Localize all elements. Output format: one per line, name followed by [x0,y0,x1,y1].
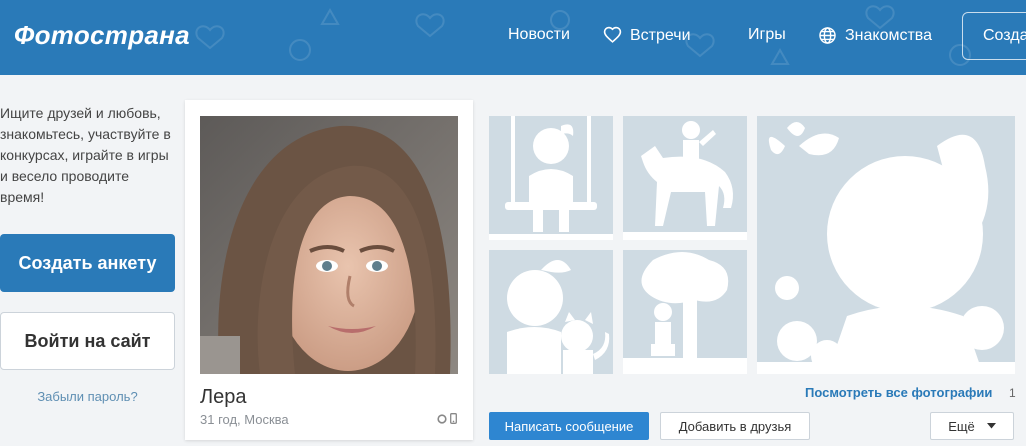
add-friend-button[interactable]: Добавить в друзья [660,412,810,440]
mobile-icon [450,413,457,424]
photos-count: 1 [1009,386,1016,400]
forgot-password-link[interactable]: Забыли пароль? [0,389,175,404]
top-header: Фотострана Новости Встречи Игры Знакомст… [0,0,1026,75]
intro-text: Ищите друзей и любовь, знакомьтесь, учас… [0,105,171,205]
online-status [437,413,457,424]
child-swing-icon [489,116,613,240]
nav-games[interactable]: Игры [748,26,786,44]
profile-name: Лера [200,386,247,408]
photo-placeholder-horse[interactable] [623,116,747,240]
site-logo[interactable]: Фотострана [14,20,190,51]
nav-meetings[interactable]: Встречи [603,26,691,45]
girl-flowers-icon [757,122,1015,374]
avatar-photo [200,116,458,374]
photo-placeholder-girl-cat[interactable] [489,250,613,374]
child-horse-icon [623,121,747,240]
nav-games-label: Игры [748,26,786,43]
header-underline [0,75,1026,85]
avatar[interactable] [200,116,458,374]
nav-dating-label: Знакомства [845,26,933,44]
more-dropdown[interactable]: Ещё [930,412,1014,440]
online-dot-icon [437,413,447,424]
profile-card: Лера 31 год, Москва [185,100,473,440]
nav-news[interactable]: Новости [508,26,570,44]
globe-icon [819,27,836,44]
write-message-button[interactable]: Написать сообщение [489,412,649,440]
login-button[interactable]: Войти на сайт [0,312,175,370]
see-all-photos-link[interactable]: Посмотреть все фотографии [805,385,992,400]
create-profile-button[interactable]: Создать анкету [0,234,175,292]
photo-placeholder-tree[interactable] [623,250,747,374]
child-tree-icon [623,252,747,374]
nav-meetings-label: Встречи [630,26,691,44]
girl-cat-icon [507,260,610,374]
chevron-down-icon [986,423,996,429]
profile-meta: 31 год, Москва [200,412,289,427]
heart-icon [603,26,622,43]
more-label: Ещё [948,418,975,434]
nav-dating[interactable]: Знакомства [818,26,932,45]
nav-news-label: Новости [508,26,570,43]
photo-placeholder-swing[interactable] [489,116,613,240]
photo-placeholder-girl-flowers[interactable] [757,116,1015,374]
header-create-button[interactable]: Созда [962,12,1026,60]
